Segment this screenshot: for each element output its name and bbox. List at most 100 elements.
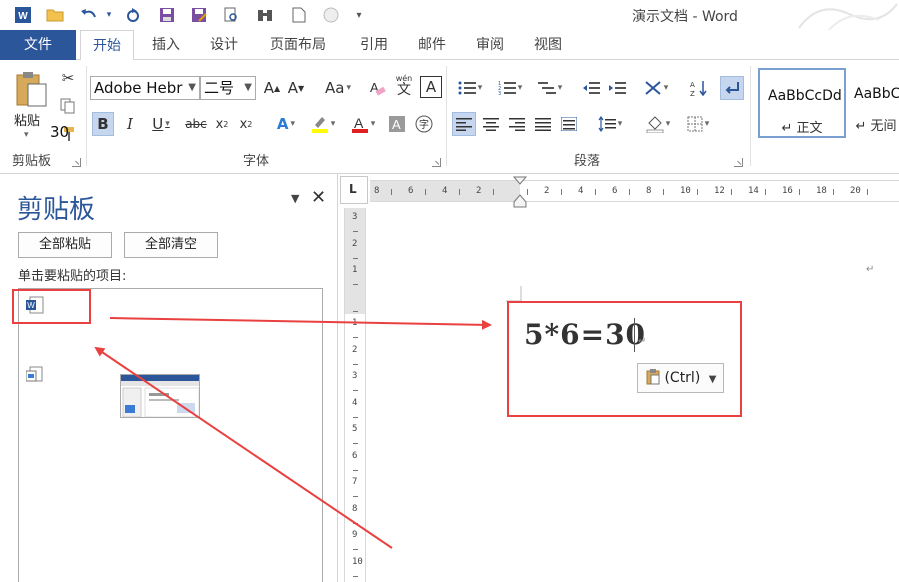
grow-font-icon[interactable]: A ▲ <box>262 76 282 100</box>
clipboard-item-text[interactable]: 30 <box>50 123 69 141</box>
asian-layout-button[interactable] <box>638 76 674 100</box>
clear-all-button[interactable]: 全部清空 <box>124 232 218 258</box>
ruler-tick <box>353 390 358 391</box>
char-shading-icon[interactable]: A <box>386 112 408 136</box>
strikethrough-button[interactable]: abc <box>182 112 210 136</box>
numbering-button[interactable]: 123 <box>492 76 528 100</box>
style-normal[interactable]: AaBbCcDd ↵ 正文 <box>758 68 846 138</box>
decrease-indent-icon[interactable] <box>580 76 602 100</box>
phonetic-guide-icon[interactable]: wén 文 <box>392 74 416 98</box>
ruler-tick <box>353 496 358 497</box>
new-doc-icon[interactable] <box>288 4 310 26</box>
bullets-button[interactable] <box>452 76 488 100</box>
copy-icon[interactable] <box>58 94 78 118</box>
paste-icon[interactable] <box>12 68 50 112</box>
style-sample: AaBbCcDd <box>768 88 842 104</box>
shrink-font-icon[interactable]: A ▼ <box>286 76 306 100</box>
cut-icon[interactable]: ✂ <box>58 66 78 90</box>
enclose-char-icon[interactable]: 字 <box>412 112 436 136</box>
tab-design[interactable]: 设计 <box>198 30 250 60</box>
ruler-number: 12 <box>714 186 725 196</box>
clear-format-icon[interactable]: A <box>366 76 388 100</box>
indent-marker-icon[interactable] <box>512 176 528 210</box>
multilevel-list-button[interactable] <box>532 76 568 100</box>
font-color-button[interactable]: A <box>346 112 380 136</box>
show-marks-button[interactable] <box>720 76 744 100</box>
close-icon[interactable]: ✕ <box>311 187 326 208</box>
circle-icon[interactable] <box>320 4 342 26</box>
ruler-number: 2 <box>352 238 358 249</box>
pane-title: 剪贴板 <box>17 195 96 225</box>
tab-review[interactable]: 审阅 <box>464 30 516 60</box>
italic-button[interactable]: I <box>120 112 140 136</box>
font-size-combo[interactable]: 二号 ▼ <box>200 76 256 100</box>
tab-layout[interactable]: 页面布局 <box>262 30 334 60</box>
tab-references[interactable]: 引用 <box>348 30 400 60</box>
word-logo-icon[interactable]: W <box>12 4 34 26</box>
ruler-number: 8 <box>374 186 380 196</box>
change-case-button[interactable]: Aa <box>320 76 356 100</box>
vertical-ruler[interactable]: 3 2 1 1 2 3 4 5 6 7 8 9 10 <box>344 208 366 582</box>
line-spacing-button[interactable] <box>592 112 628 136</box>
print-preview-icon[interactable] <box>220 4 242 26</box>
style-no-spacing[interactable]: AaBbC ↵ 无间 <box>846 68 899 138</box>
highlight-button[interactable] <box>306 112 340 136</box>
change-case-label: Aa <box>325 79 345 97</box>
customize-icon[interactable]: ▾ <box>348 4 370 26</box>
ruler-tick <box>663 189 664 195</box>
ruler-number: 18 <box>816 186 827 196</box>
paragraph-launcher-icon[interactable] <box>734 158 743 167</box>
text-effects-button[interactable]: A <box>270 112 302 136</box>
tab-home[interactable]: 开始 <box>80 30 134 61</box>
open-icon[interactable] <box>44 4 66 26</box>
ruler-tick <box>561 189 562 195</box>
save-icon[interactable] <box>156 4 178 26</box>
paste-all-button[interactable]: 全部粘贴 <box>18 232 112 258</box>
distributed-button[interactable] <box>558 112 580 136</box>
sort-icon[interactable]: AZ <box>688 76 710 100</box>
align-left-button[interactable] <box>452 112 476 136</box>
tab-selector[interactable]: L <box>340 176 368 204</box>
justify-button[interactable] <box>532 112 554 136</box>
save-as-icon[interactable] <box>188 4 210 26</box>
ruler-tick <box>353 231 358 232</box>
redo-icon[interactable] <box>122 4 144 26</box>
paste-dropdown-icon[interactable]: ▾ <box>24 130 29 140</box>
paste-label[interactable]: 粘贴 <box>14 110 40 129</box>
ruler-number: 14 <box>748 186 759 196</box>
tab-file[interactable]: 文件 <box>0 30 76 60</box>
bold-button[interactable]: B <box>92 112 114 136</box>
clipboard-launcher-icon[interactable] <box>72 158 81 167</box>
increase-indent-icon[interactable] <box>606 76 628 100</box>
find-icon[interactable] <box>254 4 276 26</box>
ruler-tick <box>595 189 596 195</box>
char-border-icon[interactable]: A <box>420 76 442 98</box>
align-right-button[interactable] <box>506 112 528 136</box>
ruler-tick <box>833 189 834 195</box>
subscript-button[interactable]: x2 <box>212 112 232 136</box>
clipboard-items-list <box>18 288 323 582</box>
ribbon: 粘贴 ▾ ✂ 剪贴板 Adobe Hebr ▼ 二号 ▼ A▲ A▼ Aa A … <box>0 60 899 174</box>
window-title: 演示文档 - Word <box>632 9 738 25</box>
tab-insert[interactable]: 插入 <box>140 30 192 60</box>
superscript-button[interactable]: x2 <box>236 112 256 136</box>
font-launcher-icon[interactable] <box>432 158 441 167</box>
image-item-icon <box>25 366 44 388</box>
ruler-tick <box>731 189 732 195</box>
horizontal-ruler[interactable]: 8 6 4 2 2 4 6 8 10 12 14 16 18 20 <box>370 180 899 202</box>
ruler-margin <box>345 208 365 314</box>
ruler-number: 3 <box>352 212 358 222</box>
ruler-number: 4 <box>442 186 448 196</box>
shading-button[interactable] <box>640 112 676 136</box>
borders-button[interactable] <box>680 112 716 136</box>
font-name-combo[interactable]: Adobe Hebr ▼ <box>90 76 200 100</box>
tab-view[interactable]: 视图 <box>522 30 574 60</box>
svg-text:A: A <box>392 117 401 132</box>
underline-button[interactable]: U <box>146 112 176 136</box>
tab-mailings[interactable]: 邮件 <box>406 30 458 60</box>
undo-icon[interactable] <box>78 4 100 26</box>
clipboard-image-thumbnail[interactable] <box>120 374 200 418</box>
pane-options-icon[interactable]: ▼ <box>291 192 299 205</box>
undo-dropdown-icon[interactable]: ▾ <box>98 4 120 26</box>
align-center-button[interactable] <box>480 112 502 136</box>
